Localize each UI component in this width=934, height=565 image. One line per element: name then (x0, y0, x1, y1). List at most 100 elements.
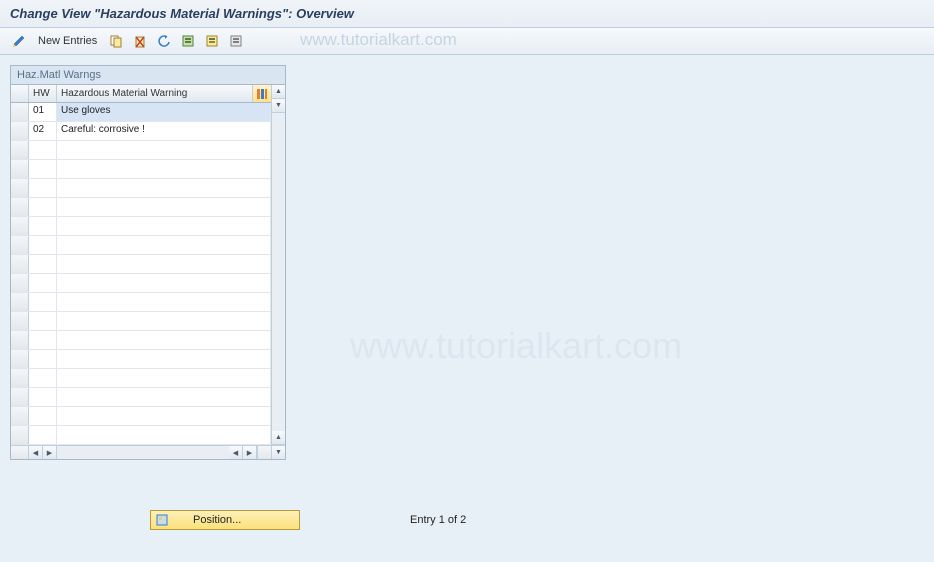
row-selector[interactable] (11, 331, 29, 349)
cell-hw[interactable] (29, 331, 57, 349)
toggle-edit-icon[interactable] (10, 32, 28, 50)
cell-hw[interactable] (29, 198, 57, 216)
hscroll-left-arrow-icon[interactable]: ◀ (29, 446, 43, 459)
cell-description[interactable] (57, 255, 271, 273)
cell-description[interactable] (57, 217, 271, 235)
row-selector[interactable] (11, 160, 29, 178)
cell-hw[interactable] (29, 274, 57, 292)
undo-icon[interactable] (155, 32, 173, 50)
cell-description[interactable] (57, 141, 271, 159)
deselect-all-icon[interactable] (227, 32, 245, 50)
hscroll-right-arrow2-icon[interactable]: ▶ (243, 446, 257, 459)
cell-hw[interactable] (29, 141, 57, 159)
table-row[interactable] (11, 217, 271, 236)
row-selector[interactable] (11, 293, 29, 311)
row-selector[interactable] (11, 312, 29, 330)
row-selector[interactable] (11, 103, 29, 121)
select-block-icon[interactable] (203, 32, 221, 50)
vscroll-down-arrow-icon[interactable]: ▼ (272, 99, 285, 113)
cell-hw[interactable] (29, 293, 57, 311)
row-selector[interactable] (11, 122, 29, 140)
cell-hw[interactable] (29, 369, 57, 387)
position-button[interactable]: Position... (150, 510, 300, 530)
row-selector[interactable] (11, 274, 29, 292)
copy-icon[interactable] (107, 32, 125, 50)
select-all-column[interactable] (11, 85, 29, 102)
cell-hw[interactable] (29, 236, 57, 254)
table-row[interactable]: 01Use gloves (11, 103, 271, 122)
new-entries-button[interactable]: New Entries (34, 33, 101, 49)
cell-description[interactable] (57, 426, 271, 444)
cell-description[interactable] (57, 274, 271, 292)
cell-description[interactable] (57, 331, 271, 349)
cell-description[interactable]: Use gloves (57, 103, 271, 121)
column-header-description[interactable]: Hazardous Material Warning (57, 85, 253, 102)
row-selector[interactable] (11, 350, 29, 368)
cell-description[interactable] (57, 236, 271, 254)
vscroll-down-arrow2-icon[interactable]: ▼ (272, 445, 285, 459)
table-row[interactable]: 02Careful: corrosive ! (11, 122, 271, 141)
row-selector[interactable] (11, 141, 29, 159)
cell-description[interactable] (57, 179, 271, 197)
table-row[interactable] (11, 388, 271, 407)
select-all-icon[interactable] (179, 32, 197, 50)
row-selector[interactable] (11, 407, 29, 425)
cell-description[interactable] (57, 350, 271, 368)
row-selector[interactable] (11, 369, 29, 387)
row-selector[interactable] (11, 388, 29, 406)
vscroll-up-arrow-icon[interactable]: ▲ (272, 85, 285, 99)
vscroll-track[interactable] (272, 113, 285, 431)
table-row[interactable] (11, 331, 271, 350)
table-row[interactable] (11, 255, 271, 274)
column-header-hw[interactable]: HW (29, 85, 57, 102)
row-selector[interactable] (11, 236, 29, 254)
row-selector[interactable] (11, 179, 29, 197)
cell-description[interactable] (57, 312, 271, 330)
configure-columns-icon[interactable] (253, 85, 271, 102)
table-row[interactable] (11, 312, 271, 331)
hscroll-right-arrow-icon[interactable]: ▶ (43, 446, 57, 459)
entry-count-text: Entry 1 of 2 (410, 514, 466, 526)
cell-hw[interactable] (29, 407, 57, 425)
cell-hw[interactable] (29, 255, 57, 273)
table-row[interactable] (11, 236, 271, 255)
row-selector[interactable] (11, 217, 29, 235)
cell-hw[interactable] (29, 312, 57, 330)
cell-description[interactable] (57, 407, 271, 425)
cell-description[interactable]: Careful: corrosive ! (57, 122, 271, 140)
hscroll-left-arrow2-icon[interactable]: ◀ (229, 446, 243, 459)
cell-hw[interactable]: 02 (29, 122, 57, 140)
table-row[interactable] (11, 274, 271, 293)
grid-header: HW Hazardous Material Warning (11, 85, 271, 103)
table-row[interactable] (11, 350, 271, 369)
table-row[interactable] (11, 160, 271, 179)
table-panel: Haz.Matl Warngs HW Hazardous Material Wa… (10, 65, 286, 460)
cell-hw[interactable] (29, 179, 57, 197)
watermark-background: www.tutorialkart.com (350, 325, 682, 367)
cell-hw[interactable]: 01 (29, 103, 57, 121)
cell-hw[interactable] (29, 388, 57, 406)
cell-description[interactable] (57, 388, 271, 406)
row-selector[interactable] (11, 198, 29, 216)
row-selector[interactable] (11, 255, 29, 273)
cell-hw[interactable] (29, 426, 57, 444)
vertical-scrollbar: ▲ ▼ ▲ ▼ (271, 85, 285, 459)
vscroll-up-arrow2-icon[interactable]: ▲ (272, 431, 285, 445)
cell-hw[interactable] (29, 350, 57, 368)
table-row[interactable] (11, 426, 271, 445)
delete-icon[interactable] (131, 32, 149, 50)
cell-hw[interactable] (29, 217, 57, 235)
table-row[interactable] (11, 179, 271, 198)
cell-description[interactable] (57, 198, 271, 216)
table-row[interactable] (11, 141, 271, 160)
table-row[interactable] (11, 407, 271, 426)
cell-description[interactable] (57, 369, 271, 387)
cell-description[interactable] (57, 160, 271, 178)
table-row[interactable] (11, 293, 271, 312)
cell-description[interactable] (57, 293, 271, 311)
table-row[interactable] (11, 369, 271, 388)
table-row[interactable] (11, 198, 271, 217)
row-selector[interactable] (11, 426, 29, 444)
cell-hw[interactable] (29, 160, 57, 178)
hscroll-track[interactable] (57, 446, 229, 459)
